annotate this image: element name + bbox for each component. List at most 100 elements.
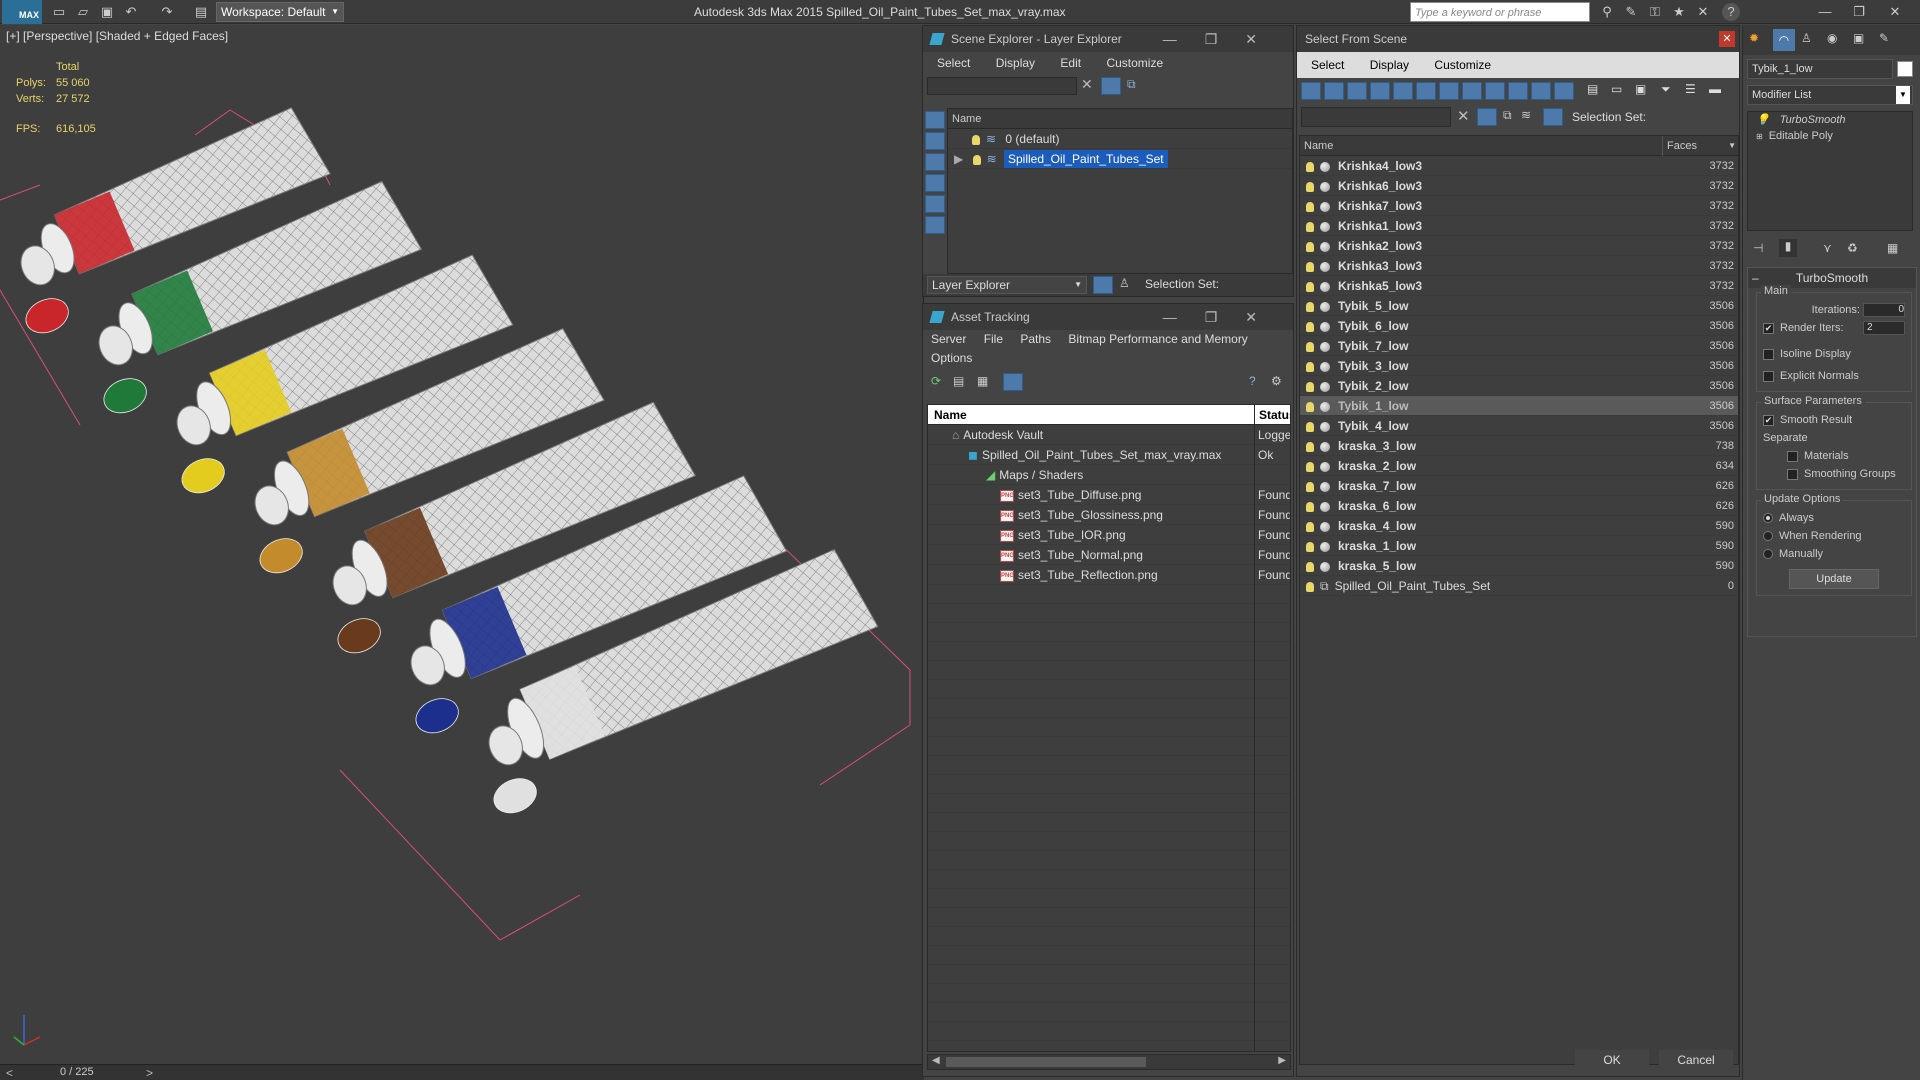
layer-row-tubes-set[interactable]: ▶ ≋ Spilled_Oil_Paint_Tubes_Set — [948, 149, 1292, 169]
update-button[interactable]: Update — [1789, 569, 1879, 589]
light-bulb-icon[interactable] — [1306, 281, 1314, 292]
object-color-swatch[interactable] — [1897, 61, 1913, 77]
binoculars-icon[interactable]: ⚲ — [1598, 3, 1616, 21]
asset-row-map[interactable]: PNG set3_Tube_Reflection.png Found — [928, 565, 1290, 585]
light-bulb-icon[interactable] — [1306, 361, 1314, 372]
menu-options[interactable]: Options — [931, 351, 972, 365]
column-name[interactable]: Name — [1304, 140, 1333, 152]
filter-bones-icon[interactable] — [1485, 82, 1505, 100]
asset-row-map[interactable]: PNG set3_Tube_IOR.png Found — [928, 525, 1290, 545]
cancel-button[interactable]: Cancel — [1659, 1050, 1733, 1072]
scene-render[interactable] — [0, 25, 924, 1065]
modify-tab-icon[interactable]: ◠ — [1773, 29, 1795, 51]
display-helpers-icon[interactable] — [925, 195, 945, 213]
filter-icon[interactable] — [1477, 108, 1497, 126]
clear-search-icon[interactable]: ✕ — [1457, 107, 1470, 125]
table-view-icon[interactable] — [1003, 373, 1023, 391]
light-bulb-icon[interactable] — [1306, 541, 1314, 552]
close-icon[interactable]: ✕ — [1886, 3, 1904, 21]
object-row[interactable]: Krishka2_low3 3732 — [1300, 236, 1738, 256]
pin-stack-icon[interactable]: ⊣ — [1753, 241, 1763, 255]
hierarchy-tab-icon[interactable]: ♙ — [1801, 31, 1812, 45]
redo-icon[interactable]: ↷ — [158, 3, 176, 21]
explicit-normals-checkbox[interactable] — [1763, 370, 1774, 382]
light-bulb-icon[interactable] — [1306, 421, 1314, 432]
always-radio[interactable] — [1763, 513, 1773, 524]
object-row[interactable]: Tybik_4_low 3506 — [1300, 416, 1738, 436]
menu-select[interactable]: Select — [937, 56, 970, 70]
window-controls-icon[interactable]: —❐✕ — [1163, 304, 1285, 330]
horizontal-scrollbar[interactable]: ◀ ▶ — [927, 1054, 1291, 1070]
scroll-left-icon[interactable]: ◀ — [932, 1055, 940, 1066]
find-input[interactable] — [1301, 107, 1451, 127]
help-icon[interactable]: ? — [1722, 3, 1740, 21]
refresh-icon[interactable]: ⟳ — [931, 374, 941, 388]
close-x-icon[interactable]: ✕ — [1694, 3, 1712, 21]
light-bulb-icon[interactable]: 💡 — [1756, 114, 1770, 126]
object-row[interactable]: Tybik_6_low 3506 — [1300, 316, 1738, 336]
scene-explorer-titlebar[interactable]: Scene Explorer - Layer Explorer —❐✕ — [923, 26, 1293, 52]
menu-customize[interactable]: Customize — [1434, 58, 1491, 72]
object-row[interactable]: Krishka6_low3 3732 — [1300, 176, 1738, 196]
manually-radio[interactable] — [1763, 549, 1773, 560]
light-bulb-icon[interactable] — [1306, 301, 1314, 312]
new-file-icon[interactable]: ▭ — [50, 3, 68, 21]
next-frame-button[interactable]: > — [146, 1066, 153, 1080]
asset-row-vault[interactable]: ⌂Autodesk VaultLogged — [928, 425, 1290, 445]
project-folder-icon[interactable]: ▤ — [192, 3, 210, 21]
scroll-right-icon[interactable]: ▶ — [1278, 1055, 1286, 1066]
list-view-icon[interactable]: ▤ — [953, 374, 964, 388]
light-bulb-icon[interactable] — [1306, 201, 1314, 212]
undo-icon[interactable]: ↶ — [122, 3, 140, 21]
light-bulb-icon[interactable] — [1306, 481, 1314, 492]
filter-geometry-icon[interactable] — [1301, 82, 1321, 100]
stack-item-editable-poly[interactable]: ⊞ Editable Poly — [1748, 128, 1912, 144]
expand-plus-icon[interactable]: ⊞ — [1756, 132, 1763, 141]
remove-modifier-icon[interactable]: ♻ — [1847, 241, 1858, 255]
scroll-thumb[interactable] — [946, 1057, 1146, 1067]
light-bulb-icon[interactable] — [1306, 241, 1314, 252]
menu-bitmap-performance[interactable]: Bitmap Performance and Memory — [1068, 332, 1247, 346]
display-geometry-icon[interactable] — [925, 111, 945, 129]
object-row[interactable]: kraska_6_low 626 — [1300, 496, 1738, 516]
close-icon[interactable]: ✕ — [1719, 31, 1735, 47]
tools-icon[interactable]: ✎ — [1622, 3, 1640, 21]
star-icon[interactable]: ★ — [1670, 3, 1688, 21]
light-bulb-icon[interactable] — [1306, 321, 1314, 332]
open-file-icon[interactable]: ▱ — [74, 3, 92, 21]
object-row[interactable]: Tybik_1_low 3506 — [1300, 396, 1738, 416]
object-row[interactable]: Krishka5_low3 3732 — [1300, 276, 1738, 296]
key-icon[interactable]: ⚿ — [1646, 3, 1664, 21]
select-invert-icon[interactable]: ▣ — [1635, 82, 1646, 96]
object-row[interactable]: kraska_1_low 590 — [1300, 536, 1738, 556]
display-cameras-icon[interactable] — [925, 174, 945, 192]
filter-groups-icon[interactable] — [1439, 82, 1459, 100]
save-icon[interactable]: ▣ — [98, 3, 116, 21]
object-row[interactable]: Tybik_5_low 3506 — [1300, 296, 1738, 316]
when-rendering-radio[interactable] — [1763, 531, 1773, 542]
expand-arrow-icon[interactable]: ▶ — [954, 152, 963, 166]
column-name[interactable]: Name — [934, 408, 967, 422]
light-bulb-icon[interactable] — [1306, 381, 1314, 392]
materials-checkbox[interactable] — [1787, 450, 1798, 462]
explorer-mode-dropdown[interactable]: Layer Explorer ▼ — [927, 276, 1087, 294]
select-all-icon[interactable]: ▤ — [1587, 82, 1598, 96]
light-bulb-icon[interactable] — [1306, 261, 1314, 272]
object-row[interactable]: kraska_7_low 626 — [1300, 476, 1738, 496]
object-row[interactable]: kraska_4_low 590 — [1300, 516, 1738, 536]
help-icon[interactable]: ? — [1249, 374, 1256, 388]
light-bulb-icon[interactable] — [972, 134, 980, 145]
menu-display[interactable]: Display — [996, 56, 1035, 70]
column-faces[interactable]: Faces ▼ — [1662, 136, 1738, 156]
smoothing-groups-checkbox[interactable] — [1787, 468, 1798, 480]
select-none-icon[interactable]: ▭ — [1611, 82, 1622, 96]
filter-helpers-icon[interactable] — [1393, 82, 1413, 100]
object-row[interactable]: Krishka4_low3 3732 — [1300, 156, 1738, 176]
utilities-tab-icon[interactable]: ✎ — [1879, 31, 1889, 45]
prev-frame-button[interactable]: < — [6, 1066, 13, 1080]
menu-edit[interactable]: Edit — [1060, 56, 1081, 70]
object-row[interactable]: kraska_3_low 738 — [1300, 436, 1738, 456]
light-bulb-icon[interactable] — [1306, 221, 1314, 232]
light-bulb-icon[interactable] — [1306, 181, 1314, 192]
menu-display[interactable]: Display — [1370, 58, 1409, 72]
